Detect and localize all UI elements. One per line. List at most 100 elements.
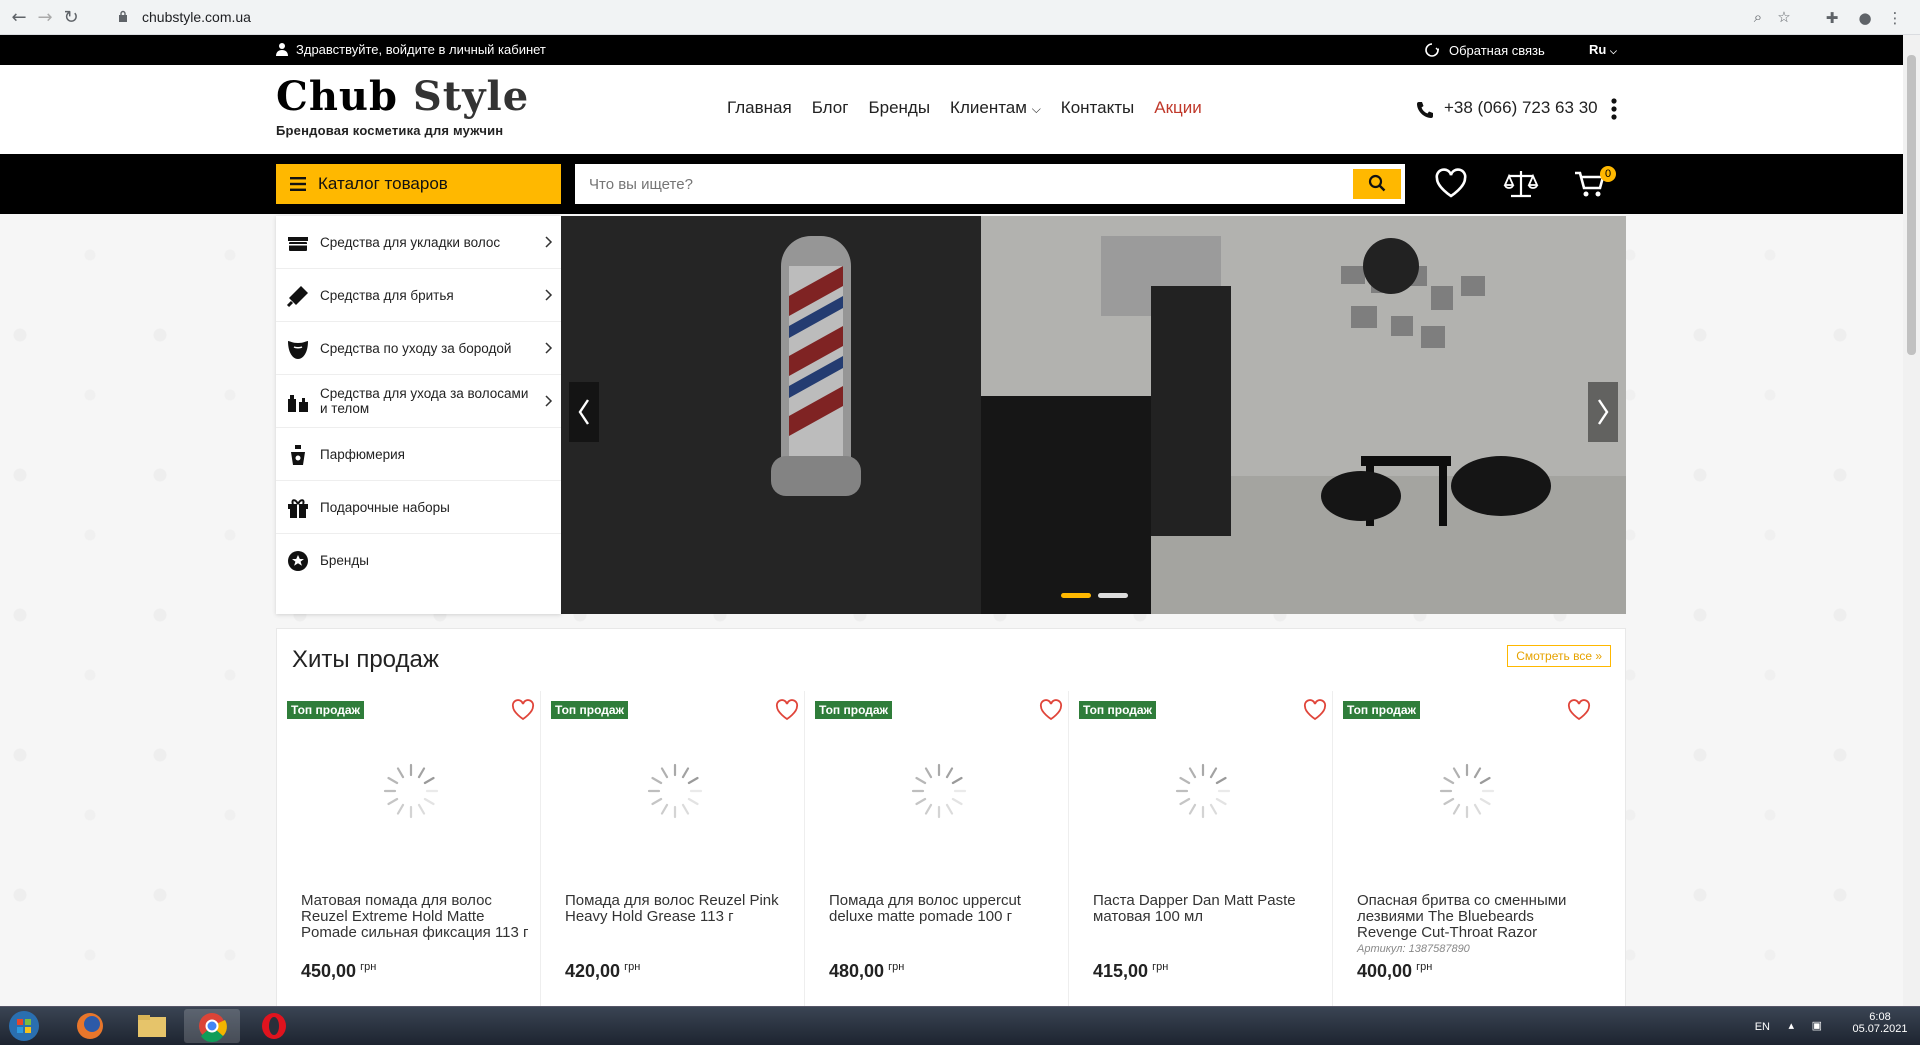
price-currency: грн [888,961,905,973]
page-scrollbar[interactable] [1903,35,1920,1006]
main-nav: Главная Блог Бренды Клиентам ⌵ Контакты … [727,98,1202,118]
lock-icon [119,10,127,22]
nav-link-sales[interactable]: Акции [1154,98,1202,118]
search-box [575,164,1405,204]
perfume-icon [291,445,305,465]
file-explorer-icon[interactable] [124,1009,180,1043]
bottles-icon [288,395,308,412]
chevron-down-icon: ⌵ [1031,102,1041,116]
razor-icon [286,286,308,308]
address-bar[interactable]: chubstyle.com.ua ⌕ ☆ [108,4,1800,31]
product-card[interactable]: Топ продаж Матовая помада для волос Reuze… [277,691,541,1006]
user-icon [276,43,288,56]
slider-next-button[interactable] [1588,382,1618,442]
slider-prev-button[interactable] [569,382,599,442]
back-icon[interactable]: ← [8,7,30,29]
product-card[interactable]: Топ продаж Паста Dapper Dan Matt Paste ма… [1069,691,1333,1006]
product-card[interactable]: Топ продаж Помада для волос uppercut delu… [805,691,1069,1006]
tray-arrow-icon[interactable]: ▴ [1788,1019,1794,1032]
gift-icon [288,499,308,518]
bookmark-star-icon[interactable]: ☆ [1774,7,1794,27]
scrollbar-thumb[interactable] [1907,55,1916,355]
product-card[interactable]: Топ продаж Помада для волос Reuzel Pink H… [541,691,805,1006]
network-icon[interactable]: ▣ [1812,1019,1822,1032]
input-language[interactable]: EN [1755,1021,1770,1033]
browser-menu-icon[interactable]: ⋮ [1885,8,1905,28]
product-name[interactable]: Помада для волос Reuzel Pink Heavy Hold … [565,893,800,925]
product-price: 415,00 грн [1093,961,1168,982]
add-to-wishlist-heart-icon[interactable] [1039,699,1063,721]
hair-product-icon [288,237,308,251]
search-input[interactable] [575,164,1335,204]
add-to-wishlist-heart-icon[interactable] [511,699,535,721]
loading-spinner-icon [911,763,967,819]
product-name[interactable]: Опасная бритва со сменными лезвиями The … [1357,893,1592,941]
hamburger-icon [290,177,306,191]
nav-link-home[interactable]: Главная [727,98,792,118]
category-item-shaving[interactable]: Средства для бритья [276,269,561,322]
clock-time[interactable]: 6:08 [1850,1011,1910,1023]
category-label: Парфюмерия [320,446,405,462]
clock-date[interactable]: 05.07.2021 [1850,1023,1910,1035]
chevron-right-icon [545,342,553,354]
more-options-icon[interactable] [1611,98,1617,120]
nav-link-clients-label: Клиентам [950,98,1027,117]
chevron-right-icon [545,395,553,407]
reload-icon[interactable]: ↻ [60,7,82,29]
nav-link-blog[interactable]: Блог [812,98,849,118]
wishlist-heart-icon[interactable] [1433,166,1469,202]
category-item-hair-styling[interactable]: Средства для укладки волос [276,216,561,269]
brands-icon [288,551,308,571]
add-to-wishlist-heart-icon[interactable] [775,699,799,721]
compare-scales-icon[interactable] [1503,166,1539,202]
product-price: 420,00 грн [565,961,640,982]
zoom-icon[interactable]: ⌕ [1748,7,1768,27]
product-sku: Артикул: 1387587890 [1357,943,1470,955]
category-label: Средства для ухода за волосами и телом [320,386,529,416]
price-currency: грн [624,961,641,973]
slider-dot[interactable] [1098,593,1128,598]
phone-number[interactable]: +38 (066) 723 63 30 [1444,98,1598,118]
catalog-button-label: Каталог товаров [318,174,448,193]
product-card[interactable]: Топ продаж Опасная бритва со сменными лез… [1333,691,1597,1006]
extensions-icon[interactable]: ✚ [1822,8,1842,28]
chevron-right-icon [1598,399,1609,425]
nav-link-brands[interactable]: Бренды [868,98,930,118]
logo-word-1: Chub [276,73,398,120]
nav-link-clients[interactable]: Клиентам ⌵ [950,98,1041,118]
loading-spinner-icon [647,763,703,819]
logo-word-2: Style [412,73,530,120]
search-button[interactable] [1353,169,1401,199]
add-to-wishlist-heart-icon[interactable] [1303,699,1327,721]
forward-icon[interactable]: → [34,7,56,29]
profile-avatar-icon[interactable]: ● [1855,8,1875,28]
top-sales-badge: Топ продаж [287,701,365,719]
category-label: Средства для укладки волос [320,234,501,250]
category-item-hair-body-care[interactable]: Средства для ухода за волосами и телом [276,375,561,428]
chrome-icon[interactable] [184,1009,240,1043]
firefox-icon[interactable] [62,1009,118,1043]
beard-icon [288,341,308,359]
language-selector[interactable]: Ru ⌵ [1589,42,1617,57]
product-name[interactable]: Помада для волос uppercut deluxe matte p… [829,893,1064,925]
category-item-beard-care[interactable]: Средства по уходу за бородой [276,322,561,375]
product-name[interactable]: Паста Dapper Dan Matt Paste матовая 100 … [1093,893,1328,925]
start-button-icon[interactable] [6,1009,42,1043]
category-item-gift-sets[interactable]: Подарочные наборы [276,481,561,534]
login-link[interactable]: Здравствуйте, войдите в личный кабинет [296,42,546,57]
nav-link-contacts[interactable]: Контакты [1061,98,1134,118]
slider-dot-active[interactable] [1061,593,1091,598]
category-item-perfume[interactable]: Парфюмерия [276,428,561,481]
see-all-button[interactable]: Смотреть все » [1507,645,1611,667]
add-to-wishlist-heart-icon[interactable] [1567,699,1591,721]
feedback-link[interactable]: Обратная связь [1449,43,1545,58]
catalog-button[interactable]: Каталог товаров [276,164,561,204]
opera-icon[interactable] [246,1009,302,1043]
chevron-left-icon [578,399,589,425]
top-sales-badge: Топ продаж [1343,701,1421,719]
site-logo[interactable]: Chub Style [276,73,529,120]
price-currency: грн [1152,961,1169,973]
category-item-brands[interactable]: Бренды [276,534,561,587]
product-name[interactable]: Матовая помада для волос Reuzel Extreme … [301,893,536,941]
search-icon [1368,174,1386,191]
